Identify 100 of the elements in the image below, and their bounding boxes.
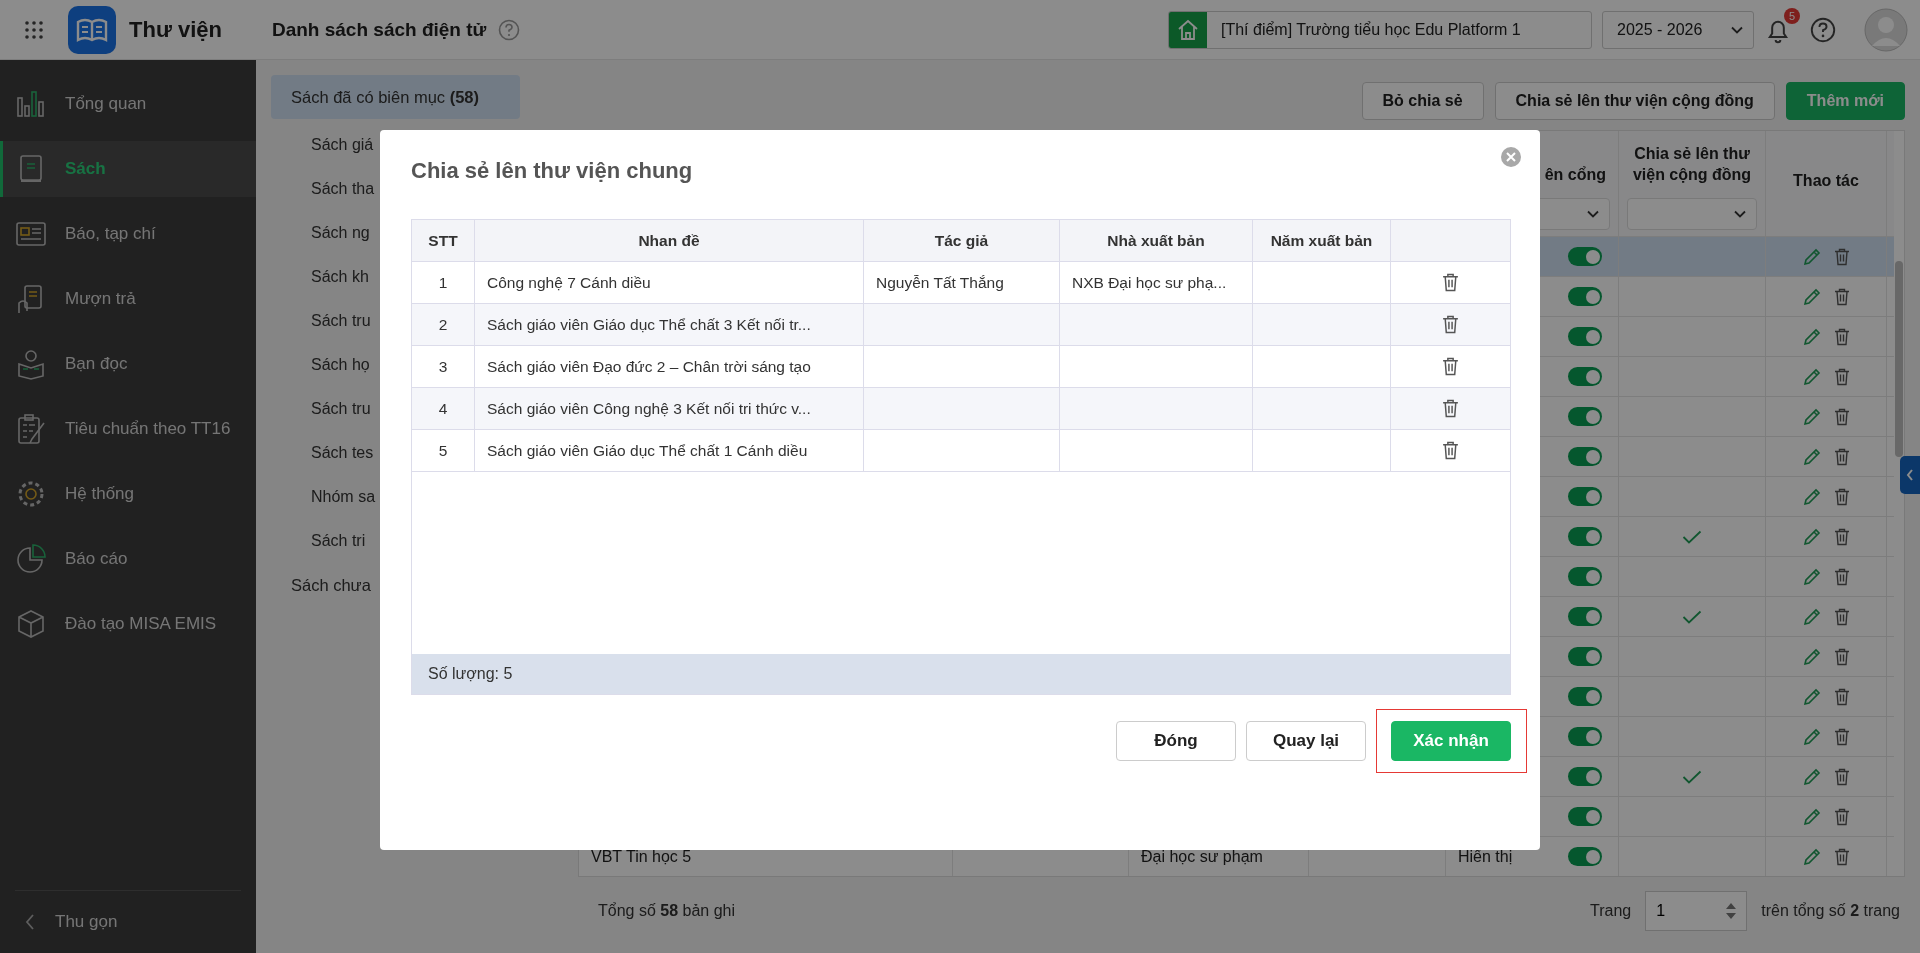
cube-icon <box>15 608 47 640</box>
toggle-switch[interactable] <box>1568 767 1602 786</box>
edit-icon[interactable] <box>1802 846 1822 867</box>
nav-item[interactable]: Tiêu chuẩn theo TT16 <box>0 401 256 457</box>
edit-icon[interactable] <box>1802 406 1822 427</box>
edit-icon[interactable] <box>1802 766 1822 787</box>
trash-icon[interactable] <box>1834 327 1850 346</box>
column-header: ên cổng <box>1544 165 1607 186</box>
trash-icon[interactable] <box>1834 487 1850 506</box>
edit-icon[interactable] <box>1802 646 1822 667</box>
dialog-button[interactable]: Đóng <box>1116 721 1236 761</box>
confirm-button[interactable]: Xác nhận <box>1391 721 1511 761</box>
toggle-switch[interactable] <box>1568 367 1602 386</box>
toggle-switch[interactable] <box>1568 527 1602 546</box>
edit-icon[interactable] <box>1802 806 1822 827</box>
table-cell: Sách giáo viên Công nghệ 3 Kết nối tri thức v... <box>475 388 864 429</box>
toolbar-button[interactable]: Bỏ chia sẻ <box>1361 82 1484 120</box>
nav-item[interactable]: Mượn trả <box>0 271 256 327</box>
dialog-button[interactable]: Quay lại <box>1246 721 1366 761</box>
trash-icon[interactable] <box>1834 287 1850 306</box>
chevron-left-icon <box>25 914 35 930</box>
toggle-switch[interactable] <box>1568 607 1602 626</box>
toggle-switch[interactable] <box>1568 247 1602 266</box>
check-icon <box>1682 609 1702 624</box>
toggle-switch[interactable] <box>1568 407 1602 426</box>
column-header: Chia sẻ lên thư viện cộng đồng <box>1631 143 1753 186</box>
status-text: Hiển thị <box>1458 847 1513 866</box>
edit-icon[interactable] <box>1802 446 1822 467</box>
trash-icon[interactable] <box>1834 527 1850 546</box>
edit-icon[interactable] <box>1802 526 1822 547</box>
nav-item[interactable]: Báo cáo <box>0 531 256 587</box>
home-icon <box>1176 17 1200 42</box>
chevron-down-icon <box>1734 210 1746 218</box>
scrollbar[interactable] <box>1895 261 1903 457</box>
avatar[interactable] <box>1864 7 1908 52</box>
trash-icon[interactable] <box>1834 767 1850 786</box>
toggle-switch[interactable] <box>1568 447 1602 466</box>
apps-grid-icon[interactable] <box>25 20 43 39</box>
pie-chart-icon <box>15 543 47 575</box>
trash-icon[interactable] <box>1834 447 1850 466</box>
help-icon[interactable] <box>1810 16 1836 43</box>
edit-icon[interactable] <box>1802 606 1822 627</box>
toggle-switch[interactable] <box>1568 327 1602 346</box>
edit-icon[interactable] <box>1802 566 1822 587</box>
trash-icon[interactable] <box>1442 357 1459 376</box>
column-header: STT <box>412 220 475 261</box>
nav-item[interactable]: Hệ thống <box>0 466 256 522</box>
toggle-switch[interactable] <box>1568 567 1602 586</box>
edit-icon[interactable] <box>1802 686 1822 707</box>
collapse-button[interactable]: Thu gọn <box>15 890 241 953</box>
expand-tab[interactable] <box>1900 456 1920 494</box>
trash-icon[interactable] <box>1442 399 1459 418</box>
nav-item[interactable]: Đào tạo MISA EMIS <box>0 596 256 652</box>
edit-icon[interactable] <box>1802 246 1822 267</box>
trash-icon[interactable] <box>1834 687 1850 706</box>
edit-icon[interactable] <box>1802 366 1822 387</box>
close-icon[interactable] <box>1500 146 1522 168</box>
trash-icon[interactable] <box>1834 607 1850 626</box>
nav-item[interactable]: Sách <box>0 141 256 197</box>
table-cell: 2 <box>412 304 475 345</box>
help-icon[interactable] <box>498 18 521 41</box>
year-selector[interactable]: 2025 - 2026 <box>1602 10 1754 49</box>
toolbar-button[interactable]: Chia sẻ lên thư viện cộng đồng <box>1494 82 1775 120</box>
table-cell: 3 <box>412 346 475 387</box>
trash-icon[interactable] <box>1834 247 1850 266</box>
toggle-switch[interactable] <box>1568 647 1602 666</box>
trash-icon[interactable] <box>1442 315 1459 334</box>
table-cell: 5 <box>412 430 475 471</box>
record-count: Tổng số 58 bản ghi <box>598 902 735 920</box>
nav-item[interactable]: Báo, tạp chí <box>0 206 256 262</box>
trash-icon[interactable] <box>1834 567 1850 586</box>
column-header: Tác giả <box>864 220 1060 261</box>
toggle-switch[interactable] <box>1568 807 1602 826</box>
toggle-switch[interactable] <box>1568 487 1602 506</box>
table-cell: Sách giáo viên Giáo dục Thể chất 3 Kết nối tr... <box>475 304 864 345</box>
clipboard-icon <box>15 413 47 445</box>
nav-item[interactable]: Tổng quan <box>0 76 256 132</box>
edit-icon[interactable] <box>1802 486 1822 507</box>
page-input[interactable]: 1 <box>1645 891 1748 931</box>
trash-icon[interactable] <box>1834 847 1850 866</box>
logo-icon <box>68 5 116 54</box>
trash-icon[interactable] <box>1442 273 1459 292</box>
trash-icon[interactable] <box>1834 807 1850 826</box>
trash-icon[interactable] <box>1834 647 1850 666</box>
check-icon <box>1682 529 1702 544</box>
toggle-switch[interactable] <box>1568 847 1602 866</box>
category-item[interactable]: Sách đã có biên mục (58) <box>271 75 520 119</box>
toggle-switch[interactable] <box>1568 687 1602 706</box>
trash-icon[interactable] <box>1834 407 1850 426</box>
trash-icon[interactable] <box>1834 727 1850 746</box>
trash-icon[interactable] <box>1834 367 1850 386</box>
edit-icon[interactable] <box>1802 286 1822 307</box>
trash-icon[interactable] <box>1442 441 1459 460</box>
nav-item[interactable]: Bạn đọc <box>0 336 256 392</box>
school-selector[interactable]: [Thí điểm] Trường tiểu học Edu Platform 1 <box>1168 10 1592 49</box>
table-cell: Công nghệ 7 Cánh diều <box>475 262 864 303</box>
toggle-switch[interactable] <box>1568 727 1602 746</box>
edit-icon[interactable] <box>1802 726 1822 747</box>
edit-icon[interactable] <box>1802 326 1822 347</box>
toggle-switch[interactable] <box>1568 287 1602 306</box>
